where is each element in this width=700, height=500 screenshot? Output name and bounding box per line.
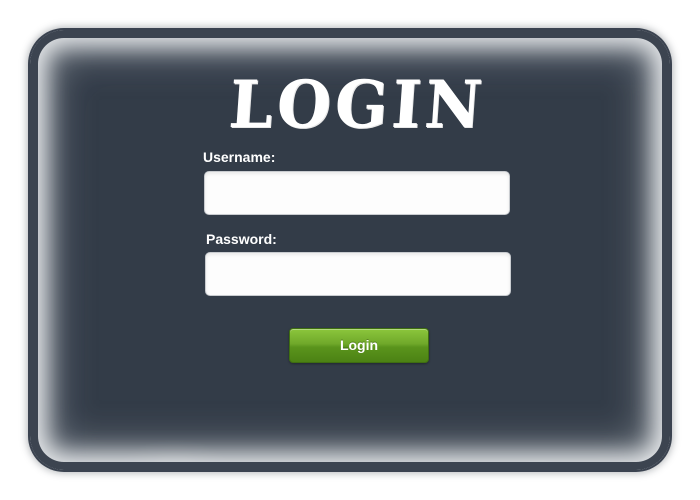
username-input[interactable] — [204, 171, 510, 215]
username-label: Username: — [203, 149, 276, 165]
password-label: Password: — [206, 231, 277, 247]
login-button[interactable]: Login — [289, 328, 429, 363]
login-title: LOGIN — [226, 66, 489, 143]
login-screen: LOGIN Username: Password: Login — [0, 0, 700, 500]
password-input[interactable] — [205, 252, 511, 296]
